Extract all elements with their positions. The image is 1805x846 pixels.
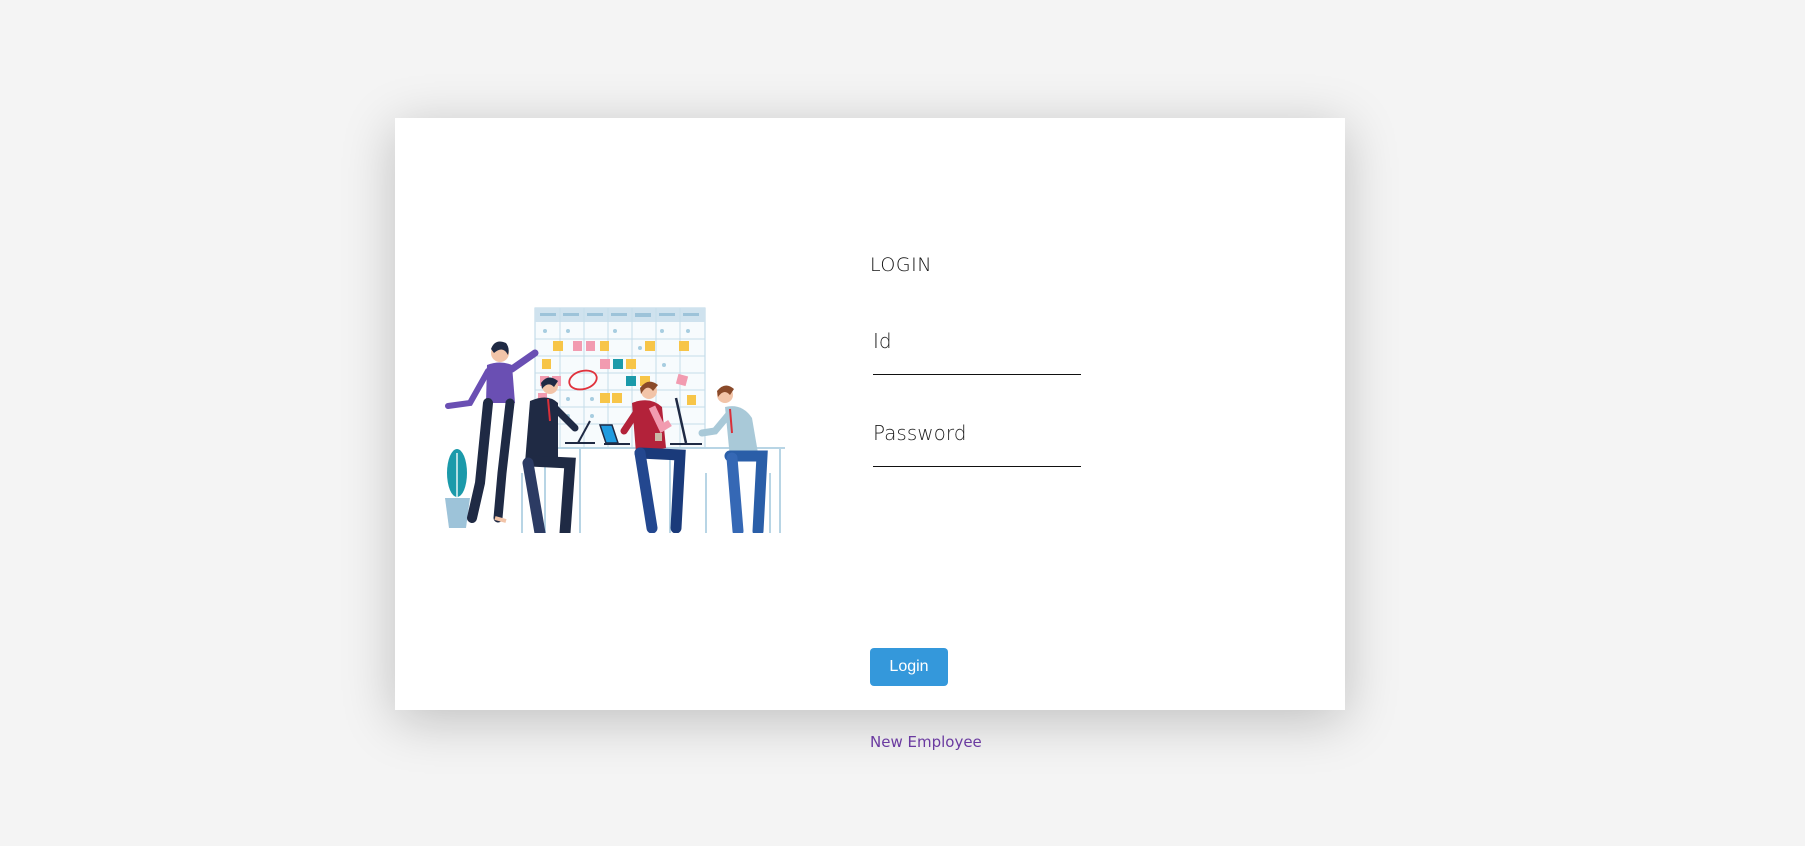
login-title: LOGIN bbox=[870, 254, 932, 276]
id-label: Id bbox=[873, 329, 892, 353]
login-form: LOGIN Id Password Login New Employee bbox=[870, 254, 1190, 751]
new-employee-link[interactable]: New Employee bbox=[870, 733, 982, 751]
planning-board-icon bbox=[534, 307, 706, 449]
man-light-shirt-figure bbox=[698, 385, 768, 533]
team-meeting-illustration bbox=[445, 307, 785, 533]
plant-icon bbox=[445, 449, 470, 528]
password-input[interactable] bbox=[873, 446, 1081, 467]
login-card: LOGIN Id Password Login New Employee bbox=[395, 118, 1345, 751]
password-label: Password bbox=[873, 421, 967, 445]
login-button[interactable]: Login bbox=[870, 648, 948, 686]
id-input[interactable] bbox=[873, 354, 1081, 375]
